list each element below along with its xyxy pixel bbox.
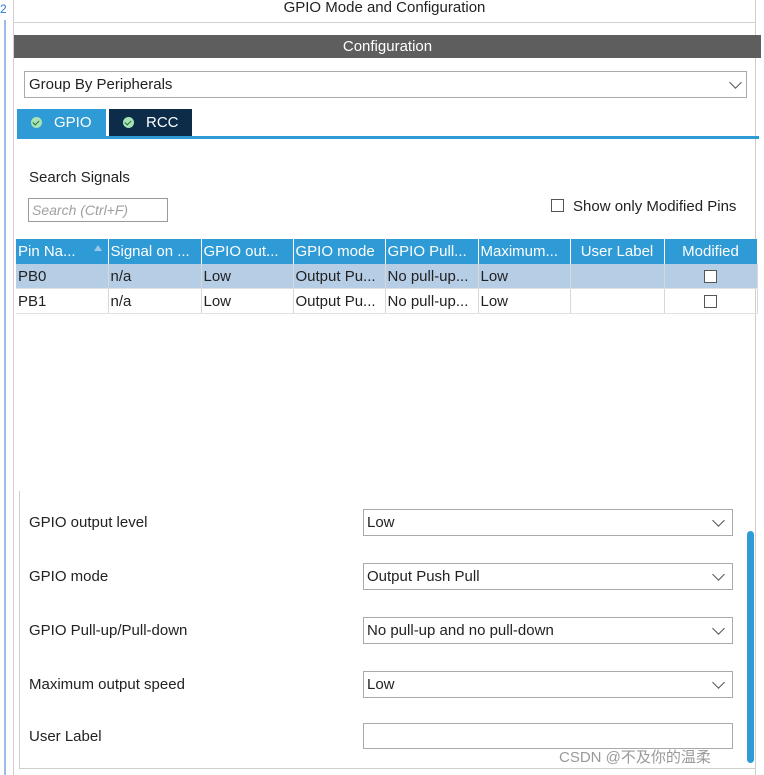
cell-mode: Output Pu... (293, 288, 386, 314)
user-label-label: User Label (29, 728, 102, 745)
group-by-value: Group By Peripherals (29, 76, 173, 93)
show-modified-label: Show only Modified Pins (573, 198, 737, 215)
cell-signal: n/a (108, 288, 202, 314)
show-modified-checkbox[interactable] (551, 199, 564, 212)
max-speed-select[interactable]: Low (363, 671, 733, 698)
cell-user-label (570, 264, 665, 289)
output-level-label: GPIO output level (29, 514, 148, 531)
pull-select[interactable]: No pull-up and no pull-down (363, 617, 733, 644)
pull-label: GPIO Pull-up/Pull-down (29, 622, 188, 639)
cell-signal: n/a (108, 264, 202, 289)
chevron-down-icon (712, 622, 725, 635)
pin-table: Pin Na... Signal on ... GPIO out... GPIO… (16, 239, 758, 314)
chevron-down-icon (729, 76, 742, 89)
output-level-select[interactable]: Low (363, 509, 733, 536)
cell-speed: Low (478, 264, 571, 289)
tab-underline (17, 136, 759, 139)
group-by-select[interactable]: Group By Peripherals (24, 71, 747, 98)
cell-pull: No pull-up... (385, 288, 479, 314)
cell-output: Low (201, 264, 294, 289)
column-header-gpio-pull[interactable]: GPIO Pull... (385, 239, 479, 264)
modified-checkbox[interactable] (704, 295, 717, 309)
table-row[interactable]: PB1 n/a Low Output Pu... No pull-up... L… (16, 288, 758, 314)
check-circle-icon (31, 117, 42, 128)
pull-value: No pull-up and no pull-down (367, 622, 554, 639)
table-header-row: Pin Na... Signal on ... GPIO out... GPIO… (16, 239, 758, 264)
column-header-gpio-mode[interactable]: GPIO mode (293, 239, 386, 264)
cell-output: Low (201, 288, 294, 314)
gpio-mode-value: Output Push Pull (367, 568, 480, 585)
check-circle-icon (123, 117, 134, 128)
cell-modified (664, 264, 758, 289)
chevron-down-icon (712, 568, 725, 581)
properties-scrollbar[interactable] (747, 531, 754, 763)
column-header-modified[interactable]: Modified (664, 239, 758, 264)
column-header-max-speed[interactable]: Maximum... (478, 239, 571, 264)
max-speed-label: Maximum output speed (29, 676, 185, 693)
watermark: CSDN @不及你的温柔 (559, 749, 711, 766)
frame-left-border (13, 0, 14, 775)
title-divider (14, 22, 755, 23)
search-signals-title: Search Signals (29, 169, 130, 186)
tab-gpio-label: GPIO (54, 114, 92, 131)
column-header-gpio-output[interactable]: GPIO out... (201, 239, 294, 264)
window-title: GPIO Mode and Configuration (283, 0, 486, 16)
cell-mode: Output Pu... (293, 264, 386, 289)
cell-pull: No pull-up... (385, 264, 479, 289)
tab-gpio[interactable]: GPIO (17, 109, 106, 136)
configuration-header: Configuration (14, 35, 761, 58)
tab-rcc-label: RCC (146, 114, 179, 131)
column-header-pin[interactable]: Pin Na... (16, 239, 109, 264)
cell-pin: PB1 (16, 288, 109, 314)
column-header-signal[interactable]: Signal on ... (108, 239, 202, 264)
tab-rcc[interactable]: RCC (109, 109, 192, 136)
chevron-down-icon (712, 514, 725, 527)
cell-speed: Low (478, 288, 571, 314)
modified-checkbox[interactable] (704, 270, 717, 284)
table-row[interactable]: PB0 n/a Low Output Pu... No pull-up... L… (16, 264, 758, 289)
column-header-pin-label: Pin Na... (18, 243, 76, 260)
max-speed-value: Low (367, 676, 395, 693)
left-rule (4, 20, 6, 775)
cell-user-label (570, 288, 665, 314)
cell-modified (664, 288, 758, 314)
gpio-mode-label: GPIO mode (29, 568, 109, 585)
column-header-user-label[interactable]: User Label (570, 239, 665, 264)
sort-up-icon (93, 245, 102, 251)
search-input[interactable] (28, 198, 168, 222)
output-level-value: Low (367, 514, 395, 531)
chevron-down-icon (712, 676, 725, 689)
gpio-mode-select[interactable]: Output Push Pull (363, 563, 733, 590)
left-edge-mark: 2 (0, 2, 7, 16)
cell-pin: PB0 (16, 264, 109, 289)
